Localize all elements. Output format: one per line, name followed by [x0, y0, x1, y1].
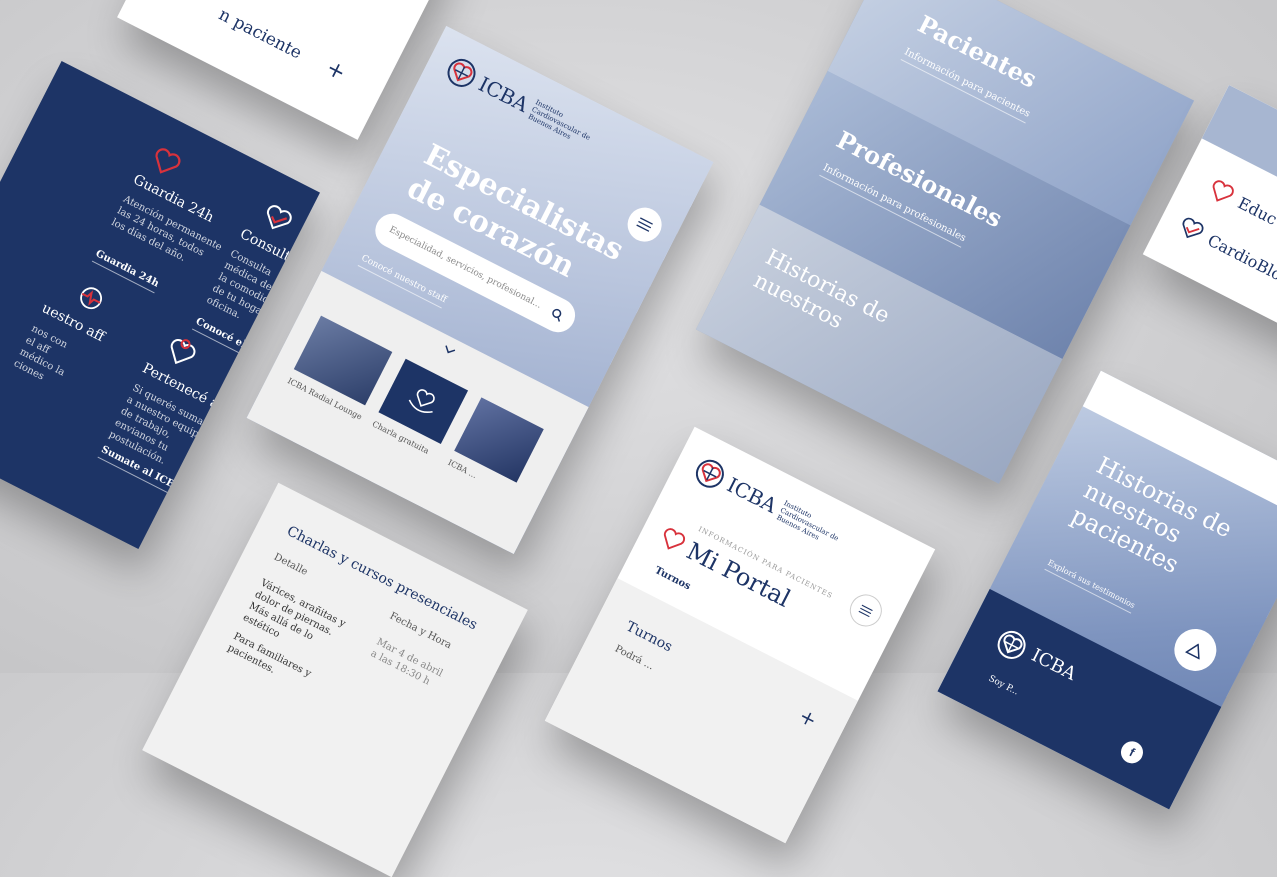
hamburger-icon: [636, 217, 653, 232]
triangle-up-icon: [1185, 643, 1200, 660]
heart-hand-icon: [408, 389, 435, 414]
icba-logo-icon: [997, 630, 1026, 659]
menu-button[interactable]: [621, 201, 668, 248]
heart-pulse-icon: [663, 528, 686, 550]
heart-check-icon: [1182, 217, 1204, 239]
play-button[interactable]: [1167, 621, 1224, 679]
icba-logo-icon: [695, 459, 724, 488]
menu-item[interactable]: CardioBlog: [1205, 231, 1277, 289]
service-desc: nos con el aff médico la ciones: [11, 323, 70, 383]
logo-text: ICBA: [474, 71, 533, 117]
heart-ecg-icon: [80, 287, 103, 310]
heart-pin-icon: [170, 339, 196, 365]
logo[interactable]: ICBA Instituto Cardiovascular de Buenos …: [441, 53, 601, 154]
heart-pulse-icon: [155, 148, 181, 174]
carousel-item-label: ICBA ...: [446, 457, 479, 481]
footer-brand: ICBA: [1028, 644, 1080, 685]
expand-plus-icon[interactable]: +: [322, 56, 350, 87]
logo-subtitle: Instituto Cardiovascular de Buenos Aires: [775, 499, 840, 543]
charlas-card: Charlas y cursos presenciales Detalle Fe…: [142, 482, 528, 877]
service-link[interactable]: Guardia 24h: [91, 248, 161, 294]
icba-logo-icon: [447, 58, 476, 87]
portal-body: Podrá ...: [612, 643, 656, 673]
historias-footer: ICBA Soy P... f: [937, 588, 1222, 810]
services-card: Guardia 24h Atención permanente las 24 h…: [0, 60, 320, 550]
fragment-text: n paciente: [215, 4, 305, 64]
menu-item[interactable]: Educ: [1235, 193, 1277, 229]
portal-tab[interactable]: Turnos: [653, 565, 692, 592]
heart-check-icon: [266, 205, 292, 230]
section-title: Pacientes: [913, 9, 1042, 94]
logo-subtitle: Instituto Cardiovascular de Buenos Aires: [526, 98, 592, 142]
facebook-icon[interactable]: f: [1117, 737, 1147, 768]
hamburger-icon: [858, 604, 874, 617]
chevron-down-icon[interactable]: [441, 343, 458, 358]
expand-plus-icon[interactable]: +: [795, 703, 821, 732]
search-icon[interactable]: [549, 307, 565, 323]
portal-card: ICBA Instituto Cardiovascular de Buenos …: [544, 426, 936, 844]
logo-text: ICBA: [723, 472, 781, 518]
historias-link[interactable]: Explorá sus testimonios: [1044, 558, 1137, 614]
footer-text[interactable]: Soy P...: [987, 674, 1020, 698]
heart-pulse-icon: [1212, 180, 1234, 202]
portal-content: Turnos + Podrá ...: [544, 578, 859, 844]
menu-button[interactable]: [844, 588, 888, 632]
col-detail: Detalle: [271, 551, 310, 578]
